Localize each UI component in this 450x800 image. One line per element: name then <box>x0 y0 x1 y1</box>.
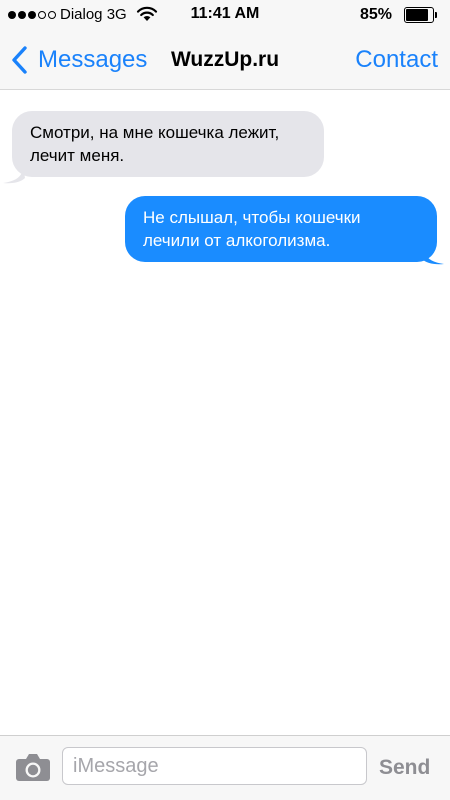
outgoing-message-bubble: Не слышал, чтобы кошечки лечили от алког… <box>125 196 437 262</box>
send-button[interactable]: Send <box>379 756 430 780</box>
status-bar: Dialog 3G 11:41 AM 85% <box>0 0 450 30</box>
camera-icon[interactable] <box>15 751 51 783</box>
battery-percentage: 85% <box>359 6 392 23</box>
incoming-message-bubble: Смотри, на мне кошечка лежит, лечит меня… <box>12 111 324 177</box>
message-thread: Смотри, на мне кошечка лежит, лечит меня… <box>0 90 450 735</box>
nav-bar: Messages WuzzUp.ru Contact <box>0 30 450 90</box>
contact-button[interactable]: Contact <box>355 46 438 74</box>
battery-icon <box>404 7 438 23</box>
message-input[interactable] <box>62 747 367 785</box>
input-bar: Send <box>0 735 450 800</box>
